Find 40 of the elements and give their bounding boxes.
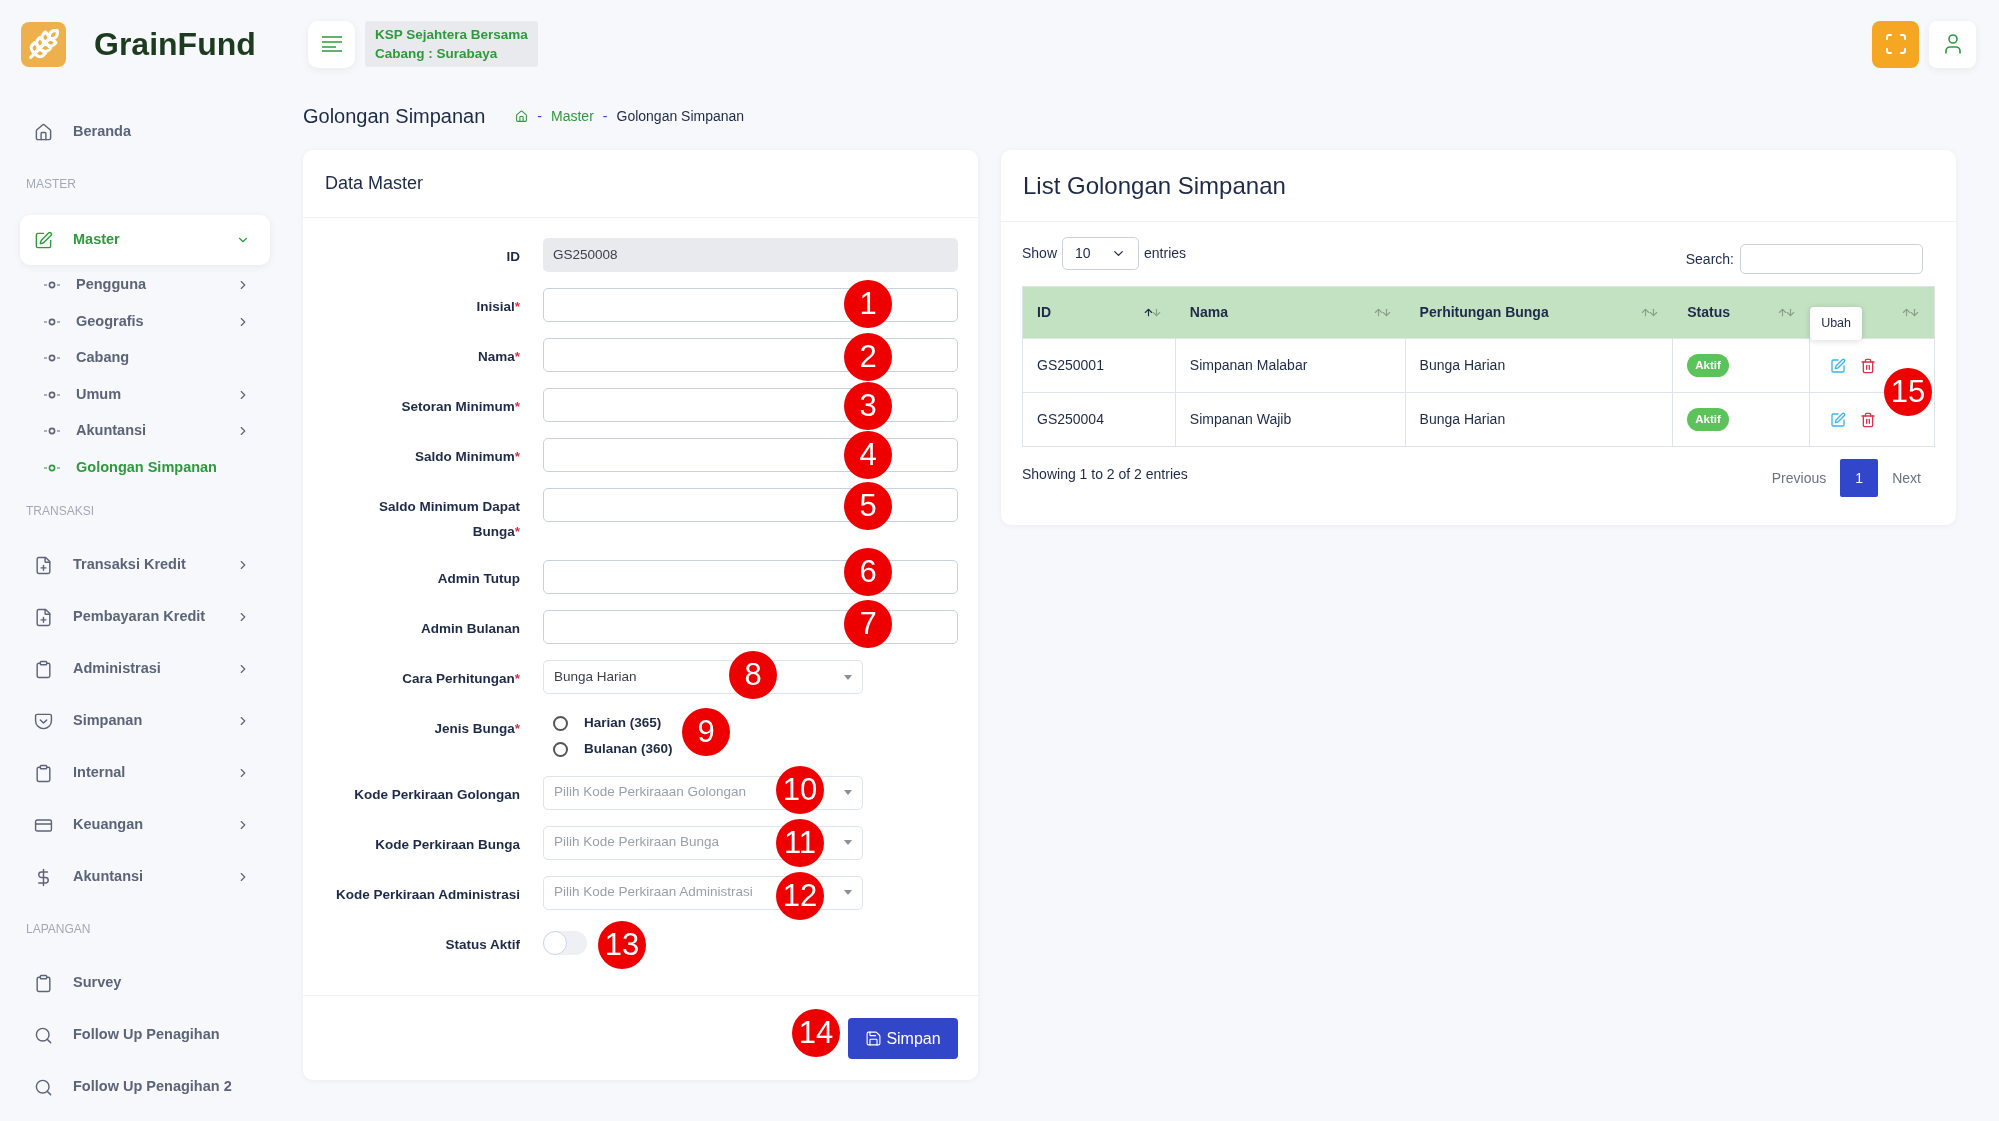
breadcrumb-current: Golongan Simpanan bbox=[616, 106, 745, 126]
field-label: Saldo Minimum Dapat Bunga* bbox=[379, 499, 520, 539]
field-label: Kode Perkiraan Administrasi bbox=[335, 886, 520, 902]
field-label: Saldo Minimum* bbox=[414, 449, 520, 464]
field-label: Jenis Bunga* bbox=[434, 721, 520, 736]
status-badge: Aktif bbox=[1687, 353, 1729, 378]
field-label: Admin Tutup bbox=[437, 571, 520, 586]
id-field: GS250008 bbox=[543, 238, 958, 272]
section-heading: MASTER bbox=[25, 176, 77, 193]
section-heading: TRANSAKSI bbox=[25, 503, 95, 520]
field-label: Kode Perkiraan Bunga bbox=[375, 836, 520, 852]
field-label: Admin Bulanan bbox=[421, 621, 520, 636]
table-cell: GS250004 bbox=[1023, 393, 1176, 446]
entries-label: entries bbox=[1144, 244, 1187, 263]
field-label: Inisial* bbox=[476, 299, 520, 314]
breadcrumb-separator: - bbox=[537, 106, 543, 126]
table-cell: Simpanan Wajib bbox=[1175, 393, 1406, 446]
table-cell: Bunga Harian bbox=[1405, 393, 1674, 446]
table-cell: Bunga Harian bbox=[1405, 339, 1674, 392]
card-title: List Golongan Simpanan bbox=[1023, 170, 1286, 201]
status-badge: Aktif bbox=[1687, 407, 1729, 432]
section-heading: LAPANGAN bbox=[25, 921, 92, 938]
entries-info: Showing 1 to 2 of 2 entries bbox=[1022, 464, 1188, 484]
brand-name: GrainFund bbox=[94, 25, 256, 64]
table-cell: GS250001 bbox=[1023, 339, 1176, 392]
search-label: Search: bbox=[1685, 249, 1734, 269]
field-label: Nama* bbox=[477, 349, 520, 364]
field-label: Status Aktif bbox=[445, 936, 520, 952]
field-label: Kode Perkiraan Golongan bbox=[354, 786, 520, 802]
field-label: Setoran Minimum* bbox=[401, 399, 520, 414]
tooltip: Ubah bbox=[1810, 307, 1862, 340]
org-name: KSP Sejahtera Bersama bbox=[375, 26, 528, 44]
branch-name: Cabang : Surabaya bbox=[375, 45, 499, 63]
show-label: Show bbox=[1022, 244, 1058, 263]
breadcrumb-separator: - bbox=[602, 106, 608, 126]
card-title: Data Master bbox=[325, 172, 424, 195]
table-cell: Simpanan Malabar bbox=[1175, 339, 1406, 392]
page-title: Golongan Simpanan bbox=[303, 104, 486, 129]
field-label: Cara Perhitungan* bbox=[402, 671, 520, 686]
field-label: ID bbox=[506, 249, 520, 264]
